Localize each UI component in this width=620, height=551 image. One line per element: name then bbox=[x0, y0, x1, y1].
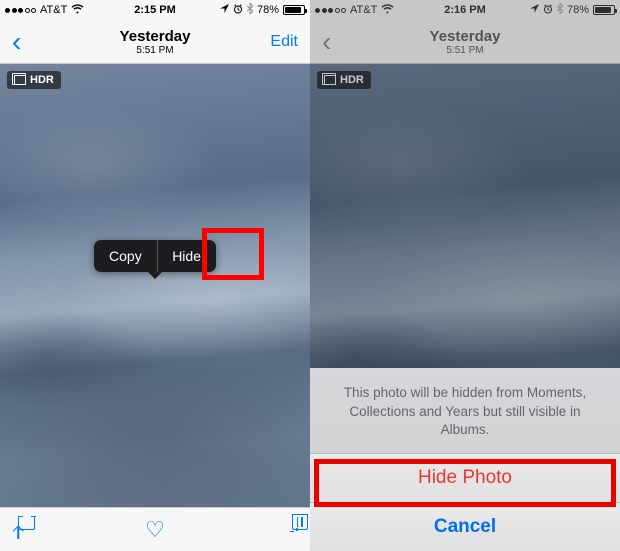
alarm-icon bbox=[233, 4, 243, 17]
nav-bar: ‹ Yesterday 5:51 PM Edit bbox=[0, 20, 310, 64]
signal-strength-icon bbox=[315, 8, 346, 13]
bluetooth-icon bbox=[557, 3, 563, 17]
action-sheet-message: This photo will be hidden from Moments, … bbox=[310, 368, 620, 454]
cancel-button[interactable]: Cancel bbox=[310, 503, 620, 551]
carrier-label: AT&T bbox=[350, 4, 377, 16]
nav-subtitle: 5:51 PM bbox=[120, 45, 191, 56]
alarm-icon bbox=[543, 4, 553, 17]
signal-strength-icon bbox=[5, 8, 36, 13]
hdr-badge: HDR bbox=[7, 71, 61, 89]
wifi-icon bbox=[381, 4, 394, 17]
carrier-label: AT&T bbox=[40, 4, 67, 16]
menu-hide[interactable]: Hide bbox=[157, 240, 216, 272]
status-bar: AT&T 2:15 PM 78% bbox=[0, 0, 310, 20]
location-icon bbox=[530, 4, 539, 16]
menu-copy[interactable]: Copy bbox=[94, 240, 157, 272]
back-button[interactable]: ‹ bbox=[8, 28, 25, 56]
nav-title: Yesterday bbox=[430, 28, 501, 45]
hide-photo-button[interactable]: Hide Photo bbox=[310, 454, 620, 503]
wifi-icon bbox=[71, 4, 84, 17]
favorite-button[interactable]: ♡ bbox=[145, 517, 165, 543]
screenshot-right: AT&T 2:16 PM 78% ‹ Yesterday 5:5 bbox=[310, 0, 620, 551]
battery-percentage: 78% bbox=[567, 4, 589, 16]
battery-icon bbox=[593, 5, 615, 15]
nav-title: Yesterday bbox=[120, 28, 191, 45]
action-sheet: This photo will be hidden from Moments, … bbox=[310, 368, 620, 551]
nav-bar: ‹ Yesterday 5:51 PM bbox=[310, 20, 620, 64]
context-menu: Copy Hide bbox=[94, 240, 216, 272]
back-button: ‹ bbox=[318, 28, 335, 56]
screenshot-left: AT&T 2:15 PM 78% ‹ Yesterday 5:5 bbox=[0, 0, 310, 551]
status-bar: AT&T 2:16 PM 78% bbox=[310, 0, 620, 20]
location-icon bbox=[220, 4, 229, 16]
hdr-label: HDR bbox=[30, 74, 54, 86]
statusbar-time: 2:16 PM bbox=[444, 4, 486, 16]
nav-subtitle: 5:51 PM bbox=[430, 45, 501, 56]
bluetooth-icon bbox=[247, 3, 253, 17]
statusbar-time: 2:15 PM bbox=[134, 4, 176, 16]
battery-percentage: 78% bbox=[257, 4, 279, 16]
hdr-stack-icon bbox=[14, 75, 26, 85]
edit-button[interactable]: Edit bbox=[266, 33, 302, 51]
toolbar: ♡ bbox=[0, 507, 310, 551]
battery-icon bbox=[283, 5, 305, 15]
